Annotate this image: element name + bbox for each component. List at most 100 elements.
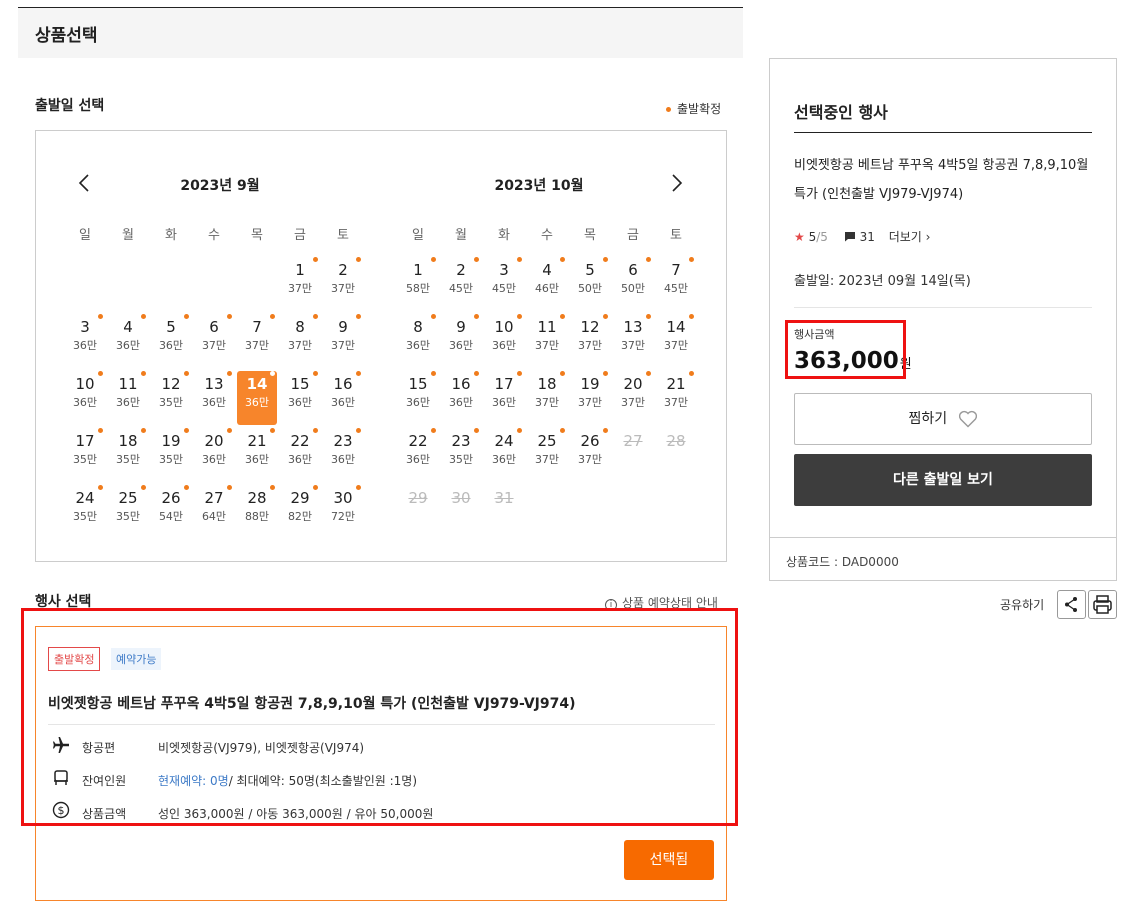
calendar-day[interactable]: 3 45만 [484,257,524,311]
day-price: 36만 [405,396,431,409]
calendar-day[interactable]: 15 36만 [280,371,320,425]
day-number: 14 [246,375,268,393]
confirmed-dot-icon [270,485,275,490]
calendar-day[interactable]: 17 36만 [484,371,524,425]
day-price: 88만 [244,510,270,523]
calendar-day[interactable]: 24 35만 [65,485,105,539]
calendar-day[interactable]: 28 88만 [237,485,277,539]
day-price: 36만 [72,396,98,409]
day-number: 9 [456,318,466,336]
confirmed-dot-icon [603,371,608,376]
calendar-day[interactable]: 13 37만 [613,314,653,368]
calendar-day[interactable]: 4 46만 [527,257,567,311]
day-price: 37만 [330,339,356,352]
day-price: 37만 [577,396,603,409]
calendar-day[interactable]: 18 37만 [527,371,567,425]
calendar-day[interactable]: 6 50만 [613,257,653,311]
day-number: 14 [666,318,686,336]
calendar-day: 31 [484,485,524,539]
more-link[interactable]: 더보기 › [889,230,931,244]
calendar-day[interactable]: 18 35만 [108,428,148,482]
calendar-day[interactable]: 22 36만 [280,428,320,482]
calendar-day[interactable]: 8 37만 [280,314,320,368]
day-price: 36만 [405,339,431,352]
wish-button[interactable]: 찜하기 [794,393,1092,445]
chevron-right-icon[interactable] [666,173,686,193]
day-price: 36만 [201,396,227,409]
calendar-day[interactable]: 3 36만 [65,314,105,368]
calendar-day-selected[interactable]: 14 36만 [237,371,277,425]
calendar-day[interactable]: 21 37만 [656,371,696,425]
share-button[interactable] [1057,590,1086,619]
calendar-day[interactable]: 20 36만 [194,428,234,482]
day-number: 29 [290,489,310,507]
calendar-day[interactable]: 6 37만 [194,314,234,368]
calendar-day[interactable]: 26 37만 [570,428,610,482]
selected-button[interactable]: 선택됨 [624,840,714,880]
calendar-day[interactable]: 25 35만 [108,485,148,539]
confirmed-dot-icon [141,428,146,433]
day-number: 21 [666,375,686,393]
calendar-day[interactable]: 5 50만 [570,257,610,311]
calendar-day[interactable]: 10 36만 [484,314,524,368]
calendar-day[interactable]: 30 72만 [323,485,363,539]
calendar-day[interactable]: 22 36만 [398,428,438,482]
confirmed-dot-icon [689,371,694,376]
confirmed-dot-icon [356,257,361,262]
calendar-day[interactable]: 4 36만 [108,314,148,368]
calendar-day[interactable]: 11 37만 [527,314,567,368]
calendar-day[interactable]: 1 58만 [398,257,438,311]
calendar-day[interactable]: 21 36만 [237,428,277,482]
confirmed-dot-icon [646,371,651,376]
calendar-day[interactable]: 10 36만 [65,371,105,425]
calendar-day[interactable]: 12 35만 [151,371,191,425]
chevron-left-icon[interactable] [75,173,95,193]
confirmed-dot-icon [313,257,318,262]
comment-icon [844,232,855,242]
confirmed-dot-icon [560,371,565,376]
calendar-day[interactable]: 5 36만 [151,314,191,368]
day-number: 20 [204,432,224,450]
calendar-day[interactable]: 2 37만 [323,257,363,311]
day-number: 16 [451,375,471,393]
calendar-day[interactable]: 16 36만 [441,371,481,425]
weekday-label: 토 [670,228,682,243]
day-number: 17 [75,432,95,450]
day-number: 9 [338,318,348,336]
calendar-day[interactable]: 9 36만 [441,314,481,368]
calendar-day[interactable]: 19 37만 [570,371,610,425]
calendar-day: 27 [613,428,653,482]
calendar-day[interactable]: 7 37만 [237,314,277,368]
day-number: 10 [75,375,95,393]
calendar-day[interactable]: 14 37만 [656,314,696,368]
calendar-day[interactable]: 2 45만 [441,257,481,311]
calendar-day[interactable]: 23 35만 [441,428,481,482]
calendar-day[interactable]: 19 35만 [151,428,191,482]
other-dates-button[interactable]: 다른 출발일 보기 [794,454,1092,506]
calendar-day[interactable]: 12 37만 [570,314,610,368]
calendar-day[interactable]: 8 36만 [398,314,438,368]
calendar-day[interactable]: 26 54만 [151,485,191,539]
confirmed-dot-icon [646,314,651,319]
calendar-day[interactable]: 23 36만 [323,428,363,482]
calendar-day[interactable]: 16 36만 [323,371,363,425]
day-price: 37만 [287,282,313,295]
day-number: 27 [204,489,224,507]
calendar-day[interactable]: 20 37만 [613,371,653,425]
print-button[interactable] [1088,590,1117,619]
day-price: 37만 [620,396,646,409]
calendar-day[interactable]: 27 64만 [194,485,234,539]
calendar-day[interactable]: 25 37만 [527,428,567,482]
calendar-day[interactable]: 9 37만 [323,314,363,368]
day-number: 8 [295,318,305,336]
calendar-day[interactable]: 17 35만 [65,428,105,482]
calendar-day[interactable]: 7 45만 [656,257,696,311]
rating-max: /5 [816,230,828,244]
calendar-day[interactable]: 13 36만 [194,371,234,425]
calendar-day[interactable]: 1 37만 [280,257,320,311]
confirmed-dot-icon [666,107,671,112]
calendar-day[interactable]: 24 36만 [484,428,524,482]
calendar-day[interactable]: 11 36만 [108,371,148,425]
calendar-day[interactable]: 15 36만 [398,371,438,425]
calendar-day[interactable]: 29 82만 [280,485,320,539]
